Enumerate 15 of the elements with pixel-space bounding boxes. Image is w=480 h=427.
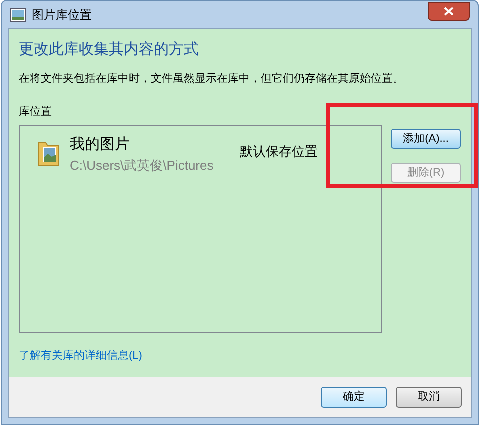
default-save-label: 默认保存位置: [240, 143, 318, 161]
learn-more-link[interactable]: 了解有关库的详细信息(L): [19, 348, 461, 364]
add-button[interactable]: 添加(A)...: [391, 129, 461, 149]
dialog-heading: 更改此库收集其内容的方式: [19, 40, 200, 60]
ok-button[interactable]: 确定: [321, 386, 387, 408]
close-button[interactable]: [428, 2, 470, 20]
location-name: 我的图片: [70, 135, 131, 155]
window-title: 图片库位置: [32, 6, 92, 24]
section-label: 库位置: [19, 104, 53, 120]
close-icon: [444, 6, 454, 16]
location-item[interactable]: 我的图片 C:\Users\武英俊\Pictures 默认保存位置: [20, 132, 381, 178]
cancel-button[interactable]: 取消: [396, 386, 462, 408]
picture-icon: [10, 8, 26, 22]
location-path: C:\Users\武英俊\Pictures: [70, 157, 214, 175]
description-text: 在将文件夹包括在库中时，文件虽然显示在库中，但它们仍存储在其原始位置。: [19, 72, 405, 87]
